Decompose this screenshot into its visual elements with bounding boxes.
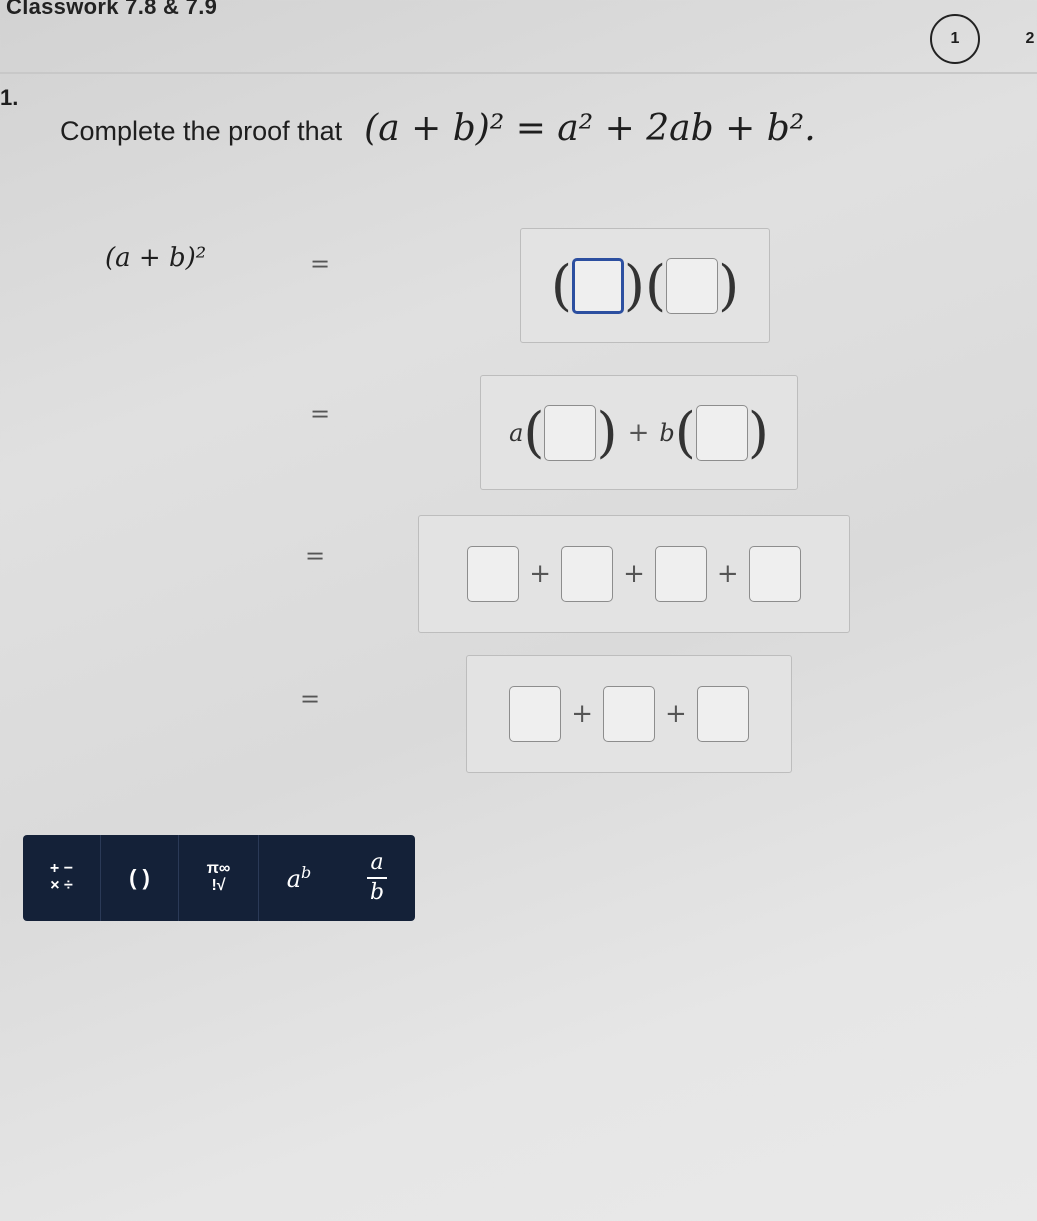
blank-4c[interactable] — [696, 686, 749, 742]
fraction-icon: a b — [367, 852, 387, 904]
special-symbols-icon: π∞ !√ — [206, 860, 231, 894]
equals-sign-2: = — [310, 400, 331, 428]
answer-box-4[interactable]: + + — [466, 655, 792, 773]
page-2-button[interactable]: 2 — [1005, 14, 1037, 64]
blank-4a[interactable] — [509, 686, 562, 742]
close-paren: ) — [596, 400, 618, 464]
equals-sign-1: = — [310, 250, 331, 278]
plus-sign: + — [529, 559, 552, 589]
blank-1b[interactable] — [666, 257, 719, 314]
close-paren: ) — [747, 400, 769, 464]
open-paren: ( — [550, 253, 572, 317]
blank-3b[interactable] — [561, 546, 614, 602]
answer-box-2[interactable]: a ( ) + b ( ) — [480, 375, 798, 490]
answer-box-3[interactable]: + + + — [418, 515, 850, 633]
math-keyboard-toolbar: + − × ÷ ( ) π∞ !√ ab a b — [23, 835, 415, 921]
page-title: Classwork 7.8 & 7.9 — [6, 0, 218, 19]
prompt-text: Complete the proof that — [60, 116, 343, 146]
blank-2a[interactable] — [544, 404, 597, 461]
operators-button[interactable]: + − × ÷ — [23, 835, 101, 921]
open-paren: ( — [645, 253, 667, 317]
plus-sign: + — [665, 699, 687, 729]
answer-box-1[interactable]: ( ) ( ) — [520, 228, 770, 343]
equals-sign-3: = — [305, 542, 326, 570]
question-number: 1. — [0, 85, 19, 110]
proof-lhs: (a + b)² — [105, 243, 207, 273]
blank-1a[interactable] — [571, 257, 624, 314]
close-paren: ) — [718, 253, 740, 317]
open-paren: ( — [674, 400, 696, 464]
exponent-icon: ab — [286, 863, 312, 893]
coefficient-b: b — [659, 418, 675, 447]
plus-sign: + — [627, 417, 650, 448]
page-1-button[interactable]: 1 — [930, 14, 980, 64]
blank-3c[interactable] — [654, 546, 707, 602]
equals-sign-4: = — [300, 685, 321, 713]
exponent-button[interactable]: ab — [259, 835, 339, 921]
plus-sign: + — [716, 559, 739, 589]
blank-2b[interactable] — [695, 404, 748, 461]
blank-3d[interactable] — [748, 546, 801, 602]
fraction-button[interactable]: a b — [339, 835, 415, 921]
open-paren: ( — [523, 400, 545, 464]
special-symbols-button[interactable]: π∞ !√ — [179, 835, 259, 921]
header-divider — [0, 72, 1037, 74]
question-prompt: Complete the proof that (a + b)² = a² + … — [60, 108, 816, 149]
operators-icon: + − × ÷ — [49, 860, 74, 894]
blank-3a[interactable] — [467, 546, 520, 602]
plus-sign: + — [623, 559, 645, 589]
parentheses-button[interactable]: ( ) — [101, 835, 179, 921]
blank-4b[interactable] — [603, 686, 655, 742]
plus-sign: + — [571, 699, 593, 729]
close-paren: ) — [623, 253, 645, 317]
parentheses-icon: ( ) — [129, 865, 150, 890]
identity-expression: (a + b)² = a² + 2ab + b². — [364, 108, 816, 149]
coefficient-a: a — [509, 418, 524, 447]
